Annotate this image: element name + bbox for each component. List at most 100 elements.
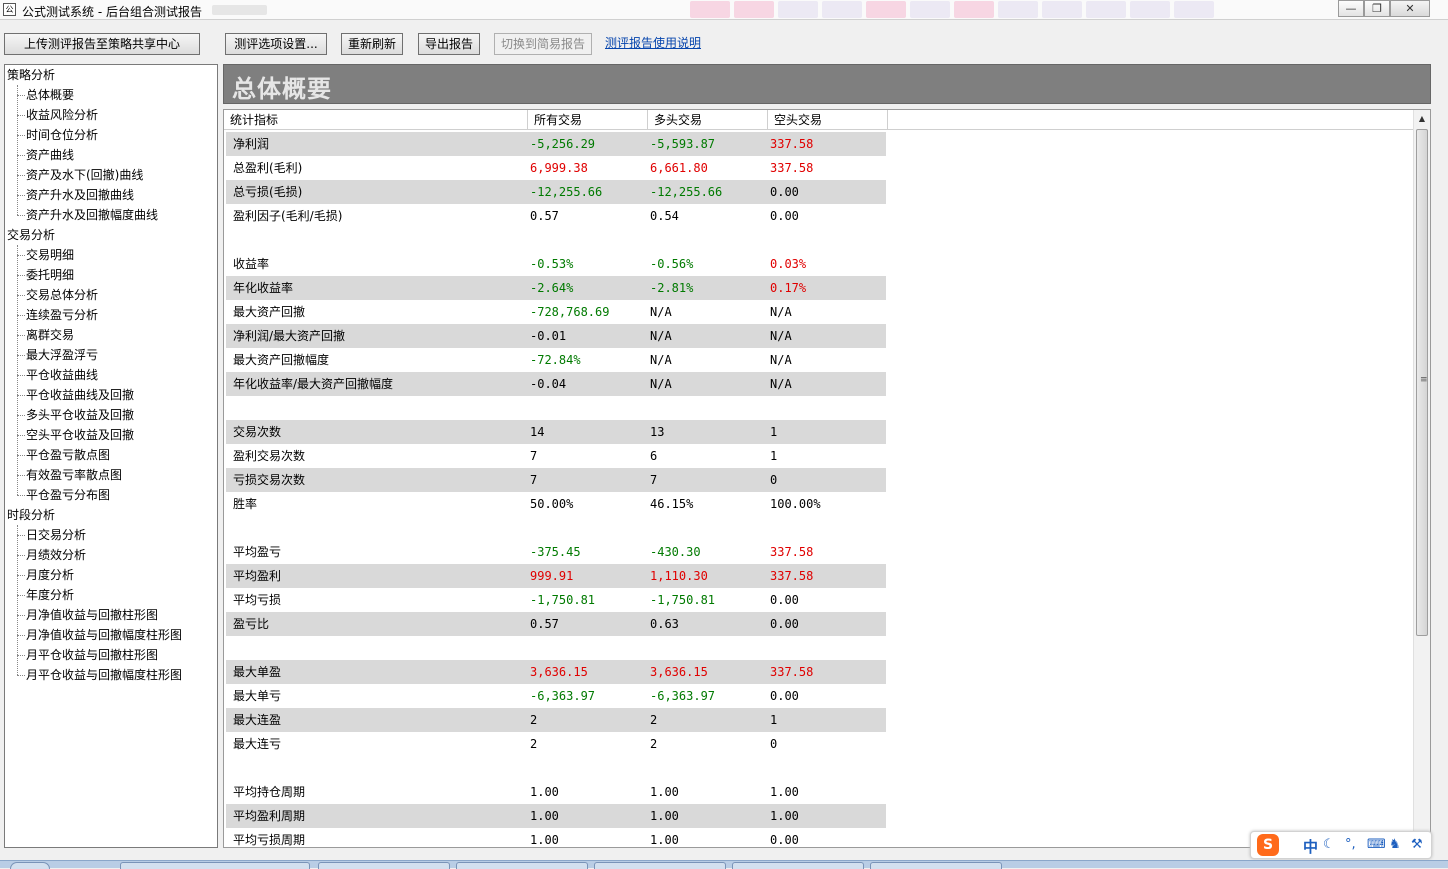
- minimize-icon[interactable]: —: [1338, 0, 1364, 17]
- column-header[interactable]: 统计指标: [224, 110, 528, 130]
- tree-connector: [17, 575, 25, 576]
- column-header[interactable]: 空头交易: [768, 110, 888, 130]
- punctuation-icon[interactable]: °,: [1345, 837, 1356, 852]
- tree-item[interactable]: 最大浮盈浮亏: [26, 345, 98, 365]
- tree-item[interactable]: 有效盈亏率散点图: [26, 465, 122, 485]
- strip-tab[interactable]: [954, 1, 994, 18]
- tree-connector: [17, 245, 18, 495]
- scroll-thumb[interactable]: ≡: [1416, 129, 1428, 636]
- metric-value: 2: [650, 737, 658, 751]
- tree-connector: [17, 435, 25, 436]
- metric-value: N/A: [770, 329, 792, 343]
- metric-value: 0.00: [770, 833, 799, 847]
- table-row: 盈利交易次数 7 6 1: [226, 444, 886, 468]
- tree-item[interactable]: 交易总体分析: [26, 285, 98, 305]
- metric-value: 6: [650, 449, 658, 463]
- strip-tab[interactable]: [1174, 1, 1214, 18]
- tree-item[interactable]: 平仓盈亏分布图: [26, 485, 110, 505]
- table-row: 最大连亏 2 2 0: [226, 732, 886, 756]
- metric-value: -12,255.66: [530, 185, 603, 199]
- tree-item[interactable]: 月净值收益与回撤柱形图: [26, 605, 158, 625]
- metric-label: 平均盈利: [233, 569, 282, 583]
- strip-tab[interactable]: [1130, 1, 1170, 18]
- metric-label: 平均盈亏: [233, 545, 282, 559]
- strip-tab[interactable]: [998, 1, 1038, 18]
- metric-value: 0.57: [530, 209, 559, 223]
- tree-item[interactable]: 空头平仓收益及回撤: [26, 425, 134, 445]
- moon-icon[interactable]: ☾: [1323, 837, 1335, 852]
- column-header[interactable]: 多头交易: [648, 110, 768, 130]
- strip-tab[interactable]: [910, 1, 950, 18]
- table-row: 净利润/最大资产回撤 -0.01 N/A N/A: [226, 324, 886, 348]
- strip-tab[interactable]: [1086, 1, 1126, 18]
- upload-report-button[interactable]: 上传测评报告至策略共享中心: [4, 33, 200, 55]
- tree-item[interactable]: 交易明细: [26, 245, 74, 265]
- wrench-icon[interactable]: ⚒: [1411, 837, 1423, 852]
- help-link[interactable]: 测评报告使用说明: [605, 34, 701, 51]
- restore-icon[interactable]: ❐: [1364, 0, 1390, 17]
- metric-value: 0.00: [770, 185, 799, 199]
- tree-item[interactable]: 多头平仓收益及回撤: [26, 405, 134, 425]
- metric-label: 胜率: [233, 497, 258, 511]
- table-row: 净利润 -5,256.29 -5,593.87 337.58: [226, 132, 886, 156]
- metric-value: 2: [530, 737, 538, 751]
- tree-item[interactable]: 平仓收益曲线: [26, 365, 98, 385]
- tree-item[interactable]: 资产及水下(回撤)曲线: [26, 165, 143, 185]
- metric-value: -0.56%: [650, 257, 694, 271]
- table-row: 总盈利(毛利) 6,999.38 6,661.80 337.58: [226, 156, 886, 180]
- tree-item[interactable]: 资产升水及回撤曲线: [26, 185, 134, 205]
- tree-connector: [17, 195, 25, 196]
- scroll-up-icon[interactable]: ▲: [1414, 110, 1430, 127]
- report-nav-tree: 策略分析 总体概要 收益风险分析 时间仓位分析 资产曲线 资产及水下(回撤)曲线 资产升水及…: [4, 64, 218, 848]
- table-row: 年化收益率/最大资产回撤幅度 -0.04 N/A N/A: [226, 372, 886, 396]
- tree-item[interactable]: 委托明细: [26, 265, 74, 285]
- tree-item[interactable]: 资产升水及回撤幅度曲线: [26, 205, 158, 225]
- tree-item[interactable]: 离群交易: [26, 325, 74, 345]
- strip-tab[interactable]: [822, 1, 862, 18]
- metric-label: 亏损交易次数: [233, 473, 306, 487]
- metric-value: 1.00: [530, 833, 559, 847]
- tree-item[interactable]: 日交易分析: [26, 525, 86, 545]
- switch-simple-report-button[interactable]: 切换到简易报告: [494, 33, 592, 55]
- strip-tab[interactable]: [734, 1, 774, 18]
- tree-item[interactable]: 月绩效分析: [26, 545, 86, 565]
- tree-group[interactable]: 策略分析: [7, 65, 55, 85]
- tree-item[interactable]: 月净值收益与回撤幅度柱形图: [26, 625, 182, 645]
- metric-value: -5,593.87: [650, 137, 716, 151]
- tree-item[interactable]: 月度分析: [26, 565, 74, 585]
- tree-group[interactable]: 时段分析: [7, 505, 55, 525]
- refresh-button[interactable]: 重新刷新: [341, 33, 403, 55]
- metric-value: -0.01: [530, 329, 567, 343]
- strip-tab[interactable]: [866, 1, 906, 18]
- test-options-button[interactable]: 测评选项设置...: [225, 33, 327, 55]
- metric-label: 平均亏损: [233, 593, 282, 607]
- export-report-button[interactable]: 导出报告: [418, 33, 480, 55]
- tab-strip: [690, 1, 1214, 19]
- tree-item[interactable]: 平仓收益曲线及回撤: [26, 385, 134, 405]
- column-header[interactable]: 所有交易: [528, 110, 648, 130]
- strip-tab[interactable]: [690, 1, 730, 18]
- ime-logo-icon[interactable]: S: [1257, 834, 1279, 856]
- tree-connector: [17, 335, 25, 336]
- tree-item[interactable]: 资产曲线: [26, 145, 74, 165]
- vertical-scrollbar[interactable]: ▲ ≡: [1413, 110, 1430, 847]
- tree-item[interactable]: 总体概要: [26, 85, 74, 105]
- keyboard-icon[interactable]: ⌨: [1367, 837, 1386, 852]
- tree-item[interactable]: 月平仓收益与回撤幅度柱形图: [26, 665, 182, 685]
- tree-item[interactable]: 年度分析: [26, 585, 74, 605]
- table-row: 平均盈亏 -375.45 -430.30 337.58: [226, 540, 886, 564]
- close-icon[interactable]: ✕: [1390, 0, 1430, 17]
- metric-value: 337.58: [770, 569, 814, 583]
- tree-item[interactable]: 连续盈亏分析: [26, 305, 98, 325]
- strip-tab[interactable]: [778, 1, 818, 18]
- tree-group[interactable]: 交易分析: [7, 225, 55, 245]
- tree-item[interactable]: 时间仓位分析: [26, 125, 98, 145]
- strip-tab[interactable]: [1042, 1, 1082, 18]
- shirt-icon[interactable]: ♞: [1389, 837, 1401, 852]
- ime-mode[interactable]: 中: [1303, 836, 1318, 857]
- tree-item[interactable]: 收益风险分析: [26, 105, 98, 125]
- tree-item[interactable]: 月平仓收益与回撤柱形图: [26, 645, 158, 665]
- metric-value: 3,636.15: [530, 665, 588, 679]
- metric-value: 337.58: [770, 137, 814, 151]
- tree-item[interactable]: 平仓盈亏散点图: [26, 445, 110, 465]
